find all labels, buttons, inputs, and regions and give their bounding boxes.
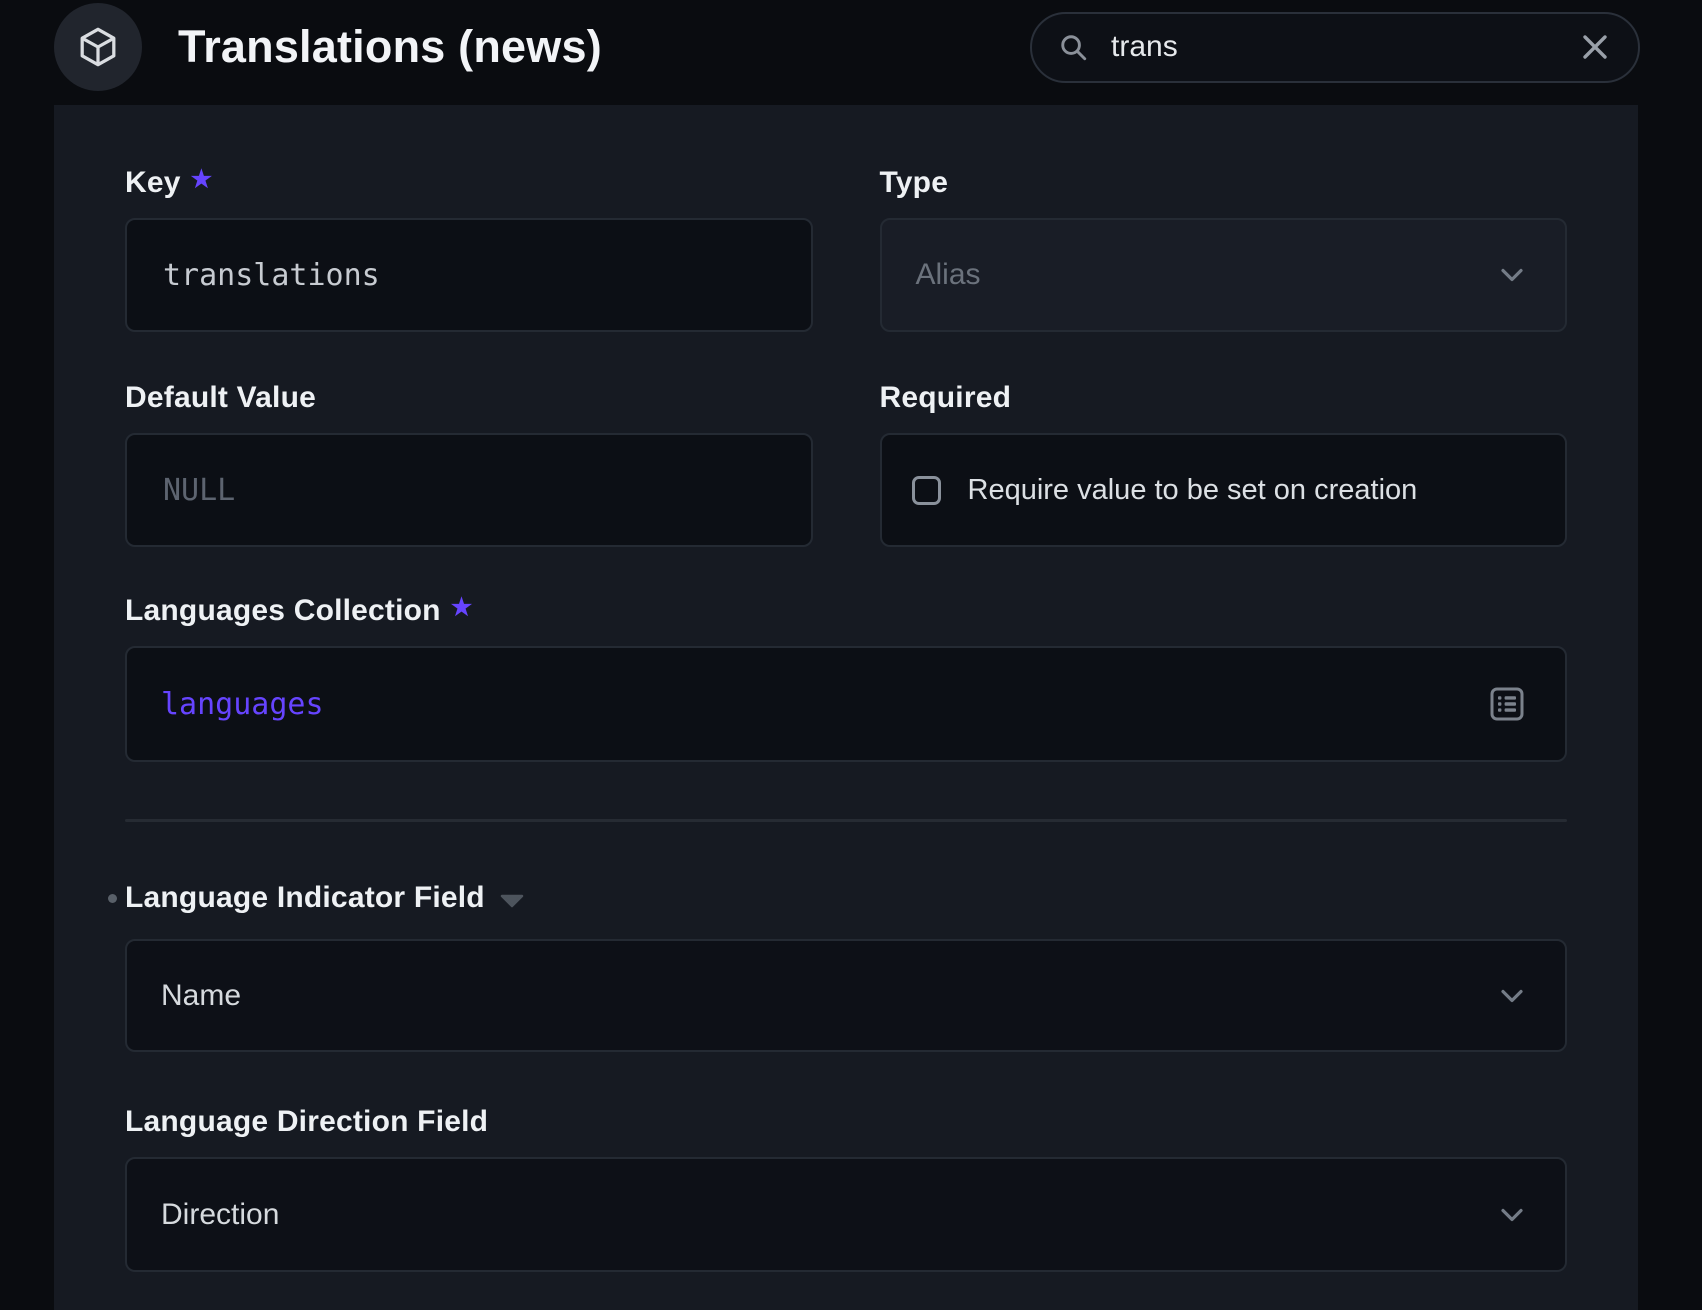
- language-direction-label: Language Direction Field: [125, 1104, 1567, 1140]
- key-label: Key ★: [125, 165, 813, 201]
- language-direction-select[interactable]: Direction: [125, 1157, 1567, 1272]
- type-value: Alias: [916, 258, 1498, 292]
- cube-icon: [75, 24, 121, 70]
- field-languages-collection: Languages Collection ★ languages: [125, 593, 1567, 762]
- clear-search-icon[interactable]: [1580, 32, 1610, 62]
- chevron-down-icon: [1497, 1200, 1527, 1230]
- page-title: Translations (news): [178, 21, 1030, 73]
- type-select[interactable]: Alias: [880, 218, 1568, 332]
- form-panel: Key ★ Type Alias: [54, 105, 1638, 1310]
- section-divider: [125, 819, 1567, 822]
- key-input-box: [125, 218, 813, 332]
- default-value-input-box: [125, 433, 813, 547]
- required-checkbox[interactable]: [912, 476, 941, 505]
- languages-collection-value: languages: [161, 687, 1487, 722]
- field-type: Type Alias: [880, 165, 1568, 332]
- type-label: Type: [880, 165, 1568, 201]
- language-indicator-value: Name: [161, 979, 1497, 1013]
- search-input[interactable]: [1109, 29, 1580, 65]
- languages-collection-label: Languages Collection ★: [125, 593, 1567, 629]
- language-indicator-select[interactable]: Name: [125, 939, 1567, 1052]
- context-menu-triangle-icon[interactable]: [500, 894, 524, 908]
- avatar: [54, 3, 142, 91]
- key-input[interactable]: [161, 257, 773, 294]
- required-checkbox-box: Require value to be set on creation: [880, 433, 1568, 547]
- field-language-direction: Language Direction Field Direction: [125, 1104, 1567, 1272]
- default-value-label: Default Value: [125, 380, 813, 416]
- required-checkbox-label[interactable]: Require value to be set on creation: [968, 474, 1418, 507]
- edited-dot-icon: [108, 894, 117, 903]
- field-key: Key ★: [125, 165, 813, 332]
- required-star-icon: ★: [451, 593, 473, 622]
- language-direction-value: Direction: [161, 1198, 1497, 1232]
- drawer-header: Translations (news): [0, 0, 1702, 105]
- search-box[interactable]: [1030, 12, 1640, 83]
- required-label: Required: [880, 380, 1568, 416]
- search-icon: [1058, 32, 1089, 63]
- chevron-down-icon: [1497, 981, 1527, 1011]
- language-indicator-label[interactable]: Language Indicator Field: [125, 880, 1567, 916]
- default-value-input[interactable]: [161, 472, 773, 509]
- field-default-value: Default Value: [125, 380, 813, 547]
- field-language-indicator: Language Indicator Field Name: [125, 880, 1567, 1052]
- chevron-down-icon: [1497, 260, 1527, 290]
- field-detail-drawer: Translations (news) Key: [0, 0, 1702, 1310]
- field-required: Required Require value to be set on crea…: [880, 380, 1568, 547]
- required-star-icon: ★: [191, 165, 213, 194]
- languages-collection-input[interactable]: languages: [125, 646, 1567, 762]
- list-icon[interactable]: [1487, 684, 1527, 724]
